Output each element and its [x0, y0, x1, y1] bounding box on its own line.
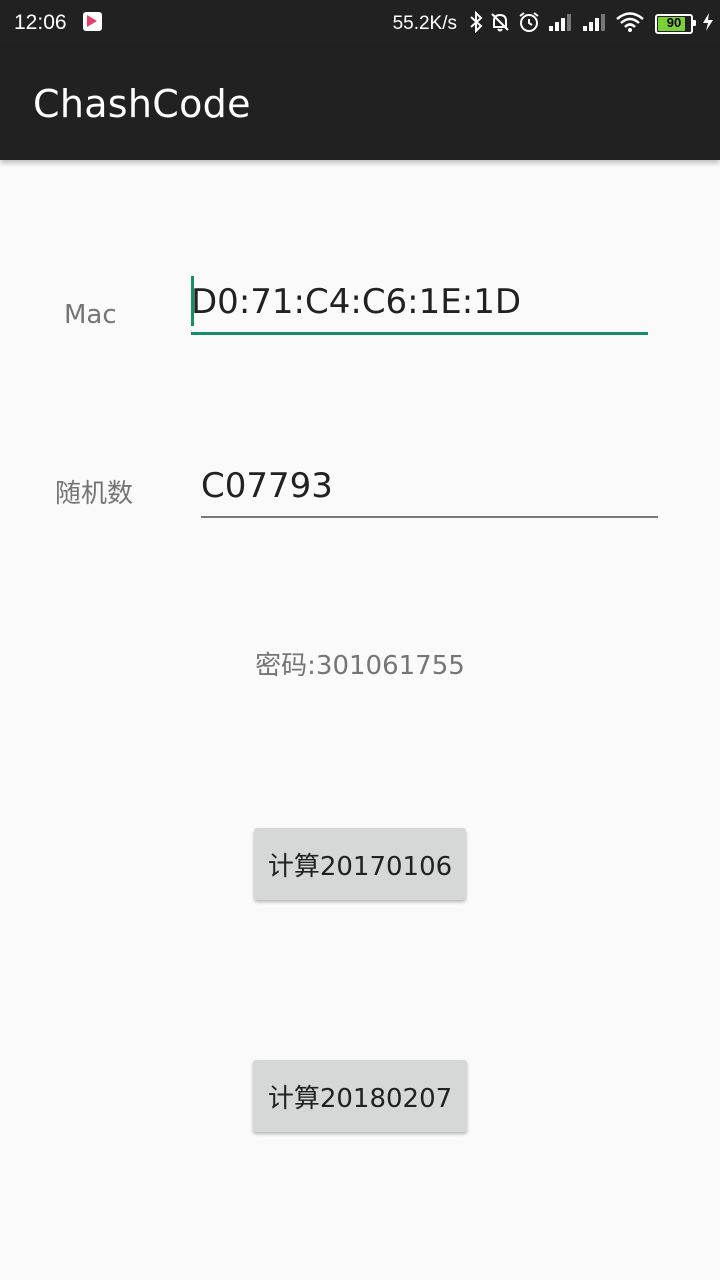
app-notification-icon	[83, 12, 102, 31]
calculate-20170106-button[interactable]: 计算20170106	[254, 828, 466, 900]
random-number-input[interactable]: C07793	[201, 462, 658, 518]
status-time: 12:06	[14, 11, 67, 34]
mac-label: Mac	[64, 300, 117, 330]
random-number-label: 随机数	[55, 479, 134, 509]
mute-icon	[489, 11, 511, 38]
calculate-20180207-button[interactable]: 计算20180207	[253, 1060, 467, 1132]
charging-icon	[702, 12, 714, 37]
status-icons: 55.2K/s 90	[393, 10, 714, 38]
random-number-value: C07793	[201, 466, 333, 506]
mac-input[interactable]: D0:71:C4:C6:1E:1D	[191, 276, 648, 335]
battery-icon: 90	[655, 14, 696, 34]
status-bar: 12:06 55.2K/s 90	[0, 0, 720, 48]
mac-input-value: D0:71:C4:C6:1E:1D	[191, 282, 522, 322]
battery-level: 90	[666, 15, 682, 30]
wifi-icon	[615, 11, 645, 38]
net-speed: 55.2K/s	[392, 13, 457, 34]
password-result: 密码:301061755	[255, 651, 465, 681]
text-cursor	[191, 276, 194, 326]
app-toolbar: ChashCode	[0, 48, 720, 160]
signal-icon	[581, 12, 609, 37]
signal-icon	[547, 12, 575, 37]
alarm-icon	[517, 10, 541, 39]
bluetooth-icon	[469, 10, 483, 38]
app-title: ChashCode	[33, 82, 251, 126]
